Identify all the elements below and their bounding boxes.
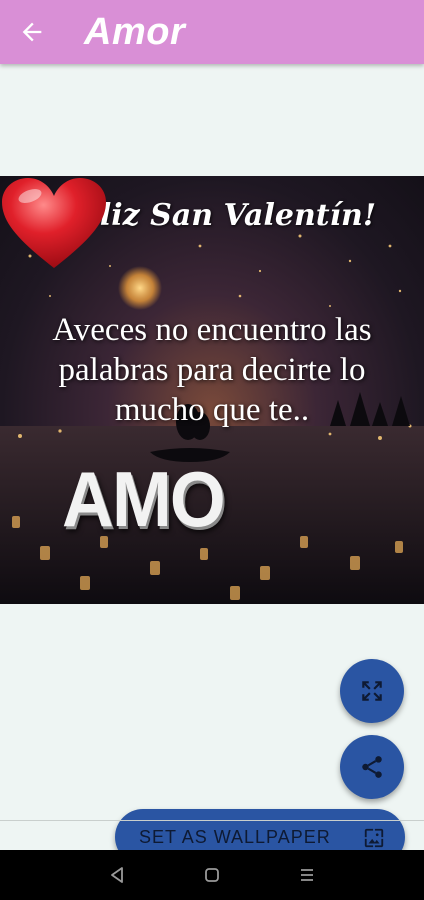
content-area: ¡Feliz San Valentín! Aveces no encuentro…	[0, 64, 424, 865]
nav-menu-icon	[300, 869, 313, 881]
app-title: Amor	[84, 10, 186, 53]
arrow-back-icon	[22, 22, 42, 42]
bottom-divider	[0, 820, 424, 821]
back-button[interactable]	[0, 0, 64, 64]
heart-icon	[2, 178, 106, 268]
nav-menu-button[interactable]	[287, 855, 327, 895]
image-message: Aveces no encuentro las palabras para de…	[52, 312, 372, 428]
app-bar: Amor	[0, 0, 424, 64]
set-wallpaper-label: SET AS WALLPAPER	[139, 826, 331, 847]
nav-home-button[interactable]	[192, 855, 232, 895]
wallpaper-icon	[364, 828, 384, 848]
image-emphasis: AMO	[62, 455, 226, 543]
share-button[interactable]	[340, 735, 404, 799]
fullscreen-button[interactable]	[340, 659, 404, 723]
nav-back-button[interactable]	[97, 855, 137, 895]
system-nav-bar	[0, 850, 424, 900]
love-image[interactable]: ¡Feliz San Valentín! Aveces no encuentro…	[0, 176, 424, 604]
nav-back-icon	[111, 867, 124, 883]
share-icon	[362, 756, 382, 778]
nav-home-icon	[205, 868, 219, 882]
fullscreen-icon	[362, 681, 382, 701]
